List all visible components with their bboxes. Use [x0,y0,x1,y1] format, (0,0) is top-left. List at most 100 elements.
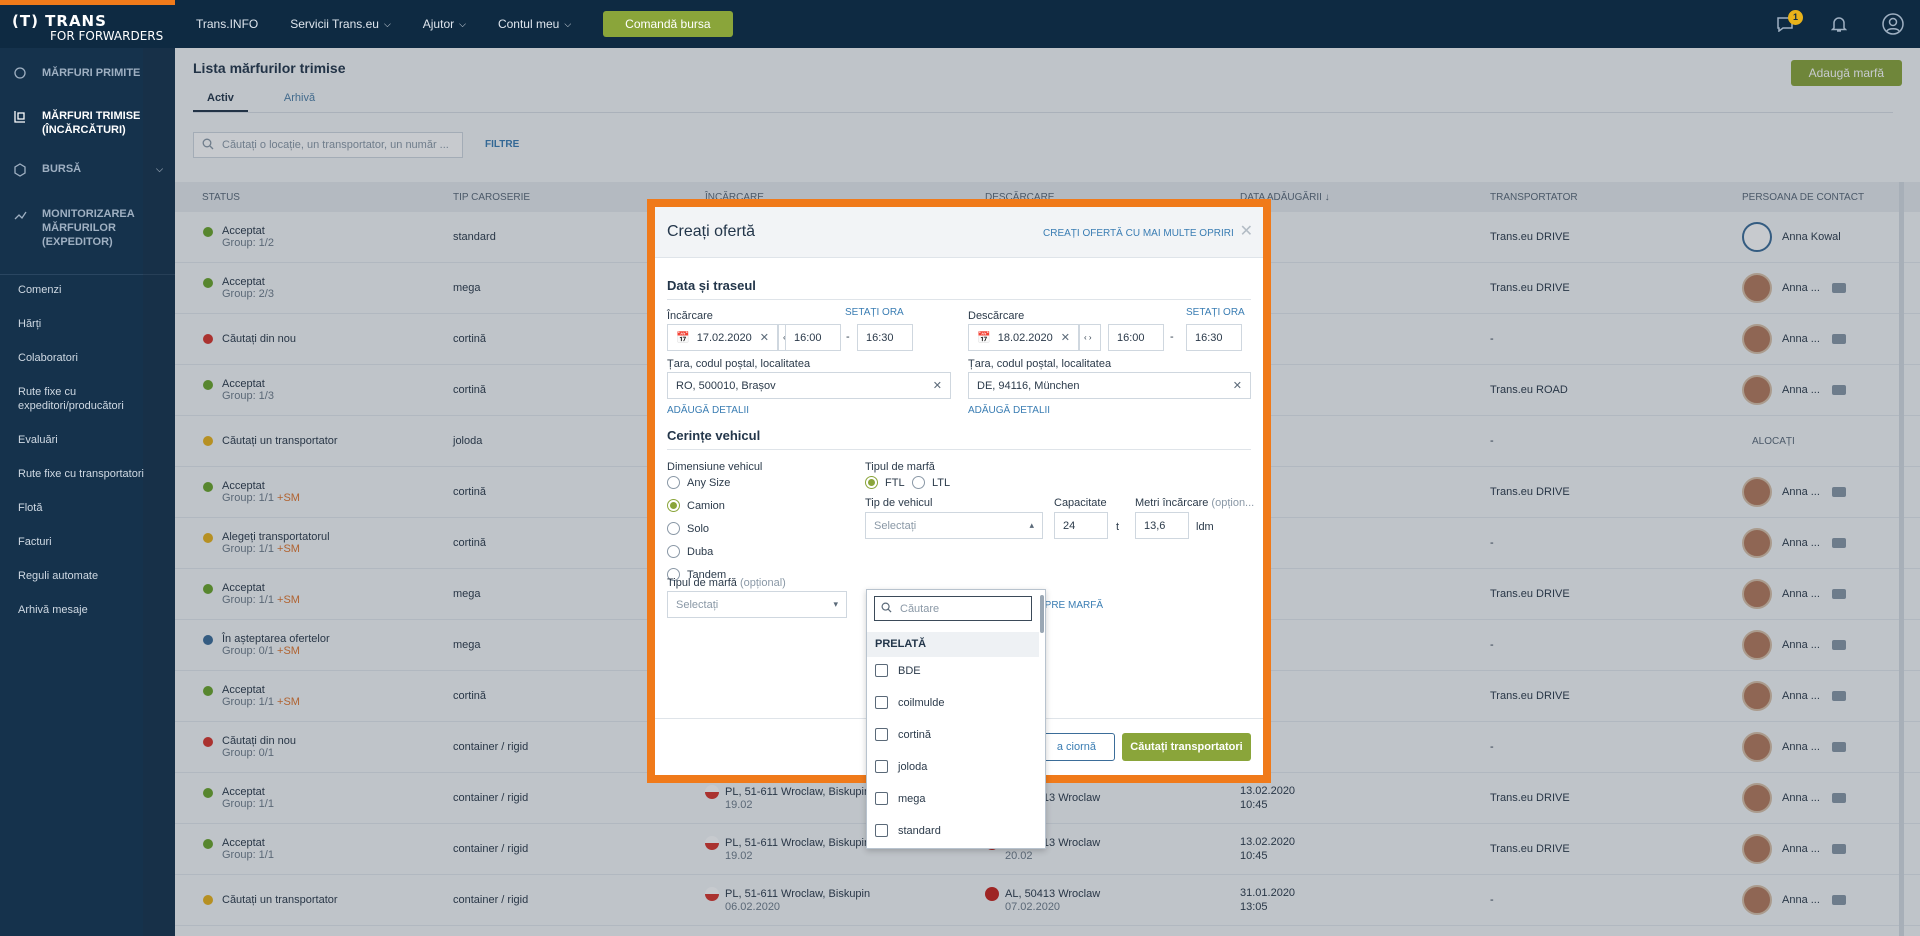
ldm-value: 13,6 [1144,519,1166,532]
arrows-icon: ‹ › [1084,333,1092,342]
top-bar: (T) TRANS FOR FORWARDERS Trans.INFO Serv… [0,0,1920,48]
nav-label: Ajutor [422,17,455,31]
section-vehicle-title: Cerințe vehicul [667,428,761,443]
unloading-time-from[interactable]: 16:00 [1108,324,1164,351]
goods-type-label-optional: (opțional) [739,577,786,589]
radio-duba[interactable]: Duba [667,545,713,558]
radio-ltl[interactable]: LTL [912,476,950,489]
goods-type-label-text: Tipul de marfă [667,577,737,589]
dropdown-option[interactable]: cortină [875,728,931,741]
clear-icon[interactable]: ✕ [1061,331,1070,344]
checkbox[interactable] [875,760,888,773]
clear-icon[interactable]: ✕ [933,379,942,392]
checkbox[interactable] [875,696,888,709]
chevron-up-icon: ▴ [1029,520,1034,530]
modal-header: Creați ofertă CREAȚI OFERTĂ CU MAI MULTE… [655,207,1263,258]
sidebar-item-label: MĂRFURI PRIMITE [42,67,141,79]
radio-circle [912,476,925,489]
goods-type-placeholder: Selectați [676,598,719,611]
nav-trans-info[interactable]: Trans.INFO [196,17,258,31]
radio-any-size[interactable]: Any Size [667,476,730,489]
goods-type-select[interactable]: Selectați ▾ [667,591,847,618]
dropdown-option[interactable]: coilmulde [875,696,944,709]
option-label: cortină [898,728,932,741]
goods-details-link[interactable]: SPRE MARFĂ [1038,600,1103,611]
loading-date-input[interactable]: 📅 17.02.2020 ✕ [667,324,778,351]
checkbox[interactable] [875,824,888,837]
divider [667,299,1251,300]
close-icon[interactable]: ✕ [1240,221,1253,241]
dropdown-option[interactable]: standard [875,824,941,837]
loading-add-details-link[interactable]: ADĂUGĂ DETALII [667,405,749,416]
loading-time-from[interactable]: 16:00 [785,324,841,351]
nav-servicii[interactable]: Servicii Trans.eu ⌵ [290,17,391,31]
clear-icon[interactable]: ✕ [1233,379,1242,392]
loading-place-input[interactable]: RO, 500010, Brașov ✕ [667,372,951,399]
sidebar-item-label: BURSĂ [42,163,82,175]
unloading-date: 18.02.2020 [997,331,1053,344]
unloading-place-input[interactable]: DE, 94116, München ✕ [968,372,1251,399]
radio-ftl[interactable]: FTL [865,476,905,489]
dropdown-search-input[interactable]: Căutare [874,596,1032,621]
clear-icon[interactable]: ✕ [760,331,769,344]
logo-main: (T) TRANS [12,12,107,30]
radio-solo[interactable]: Solo [667,522,709,535]
radio-circle [667,499,680,512]
radio-label: Any Size [687,476,731,489]
loading-time-to[interactable]: 16:30 [857,324,913,351]
unloading-time-to[interactable]: 16:30 [1186,324,1242,351]
ldm-unit: ldm [1196,521,1214,533]
vehicle-type-label: Tip de vehicul [865,497,933,509]
unloading-label: Descărcare [968,310,1025,322]
vehicle-size-label: Dimensiune vehicul [667,461,763,473]
unloading-set-time-link[interactable]: SETAȚI ORA [1186,307,1245,318]
capacity-label: Capacitate [1054,497,1107,509]
modal-title: Creați ofertă [667,223,756,240]
capacity-value: 24 [1063,519,1076,532]
order-exchange-button[interactable]: Comandă bursa [603,11,733,37]
checkbox[interactable] [875,792,888,805]
ldm-input[interactable]: 13,6 [1135,512,1189,539]
user-icon[interactable] [1866,0,1920,48]
ldm-label-optional: (opțion... [1211,497,1255,509]
unloading-place: DE, 94116, München [977,379,1080,392]
capacity-unit: t [1116,521,1120,533]
dolly-icon [12,109,30,129]
time-value: 16:30 [866,331,894,344]
radio-camion[interactable]: Camion [667,499,725,512]
notification-badge: 1 [1788,10,1803,25]
search-carriers-button[interactable]: Căutați transportatori [1122,733,1251,761]
vehicle-type-select[interactable]: Selectați ▴ [865,512,1043,539]
vehicle-type-dropdown: Căutare PRELATĂ BDE coilmulde cortină jo… [866,589,1046,849]
checkbox[interactable] [875,664,888,677]
multi-stop-offer-link[interactable]: CREAȚI OFERTĂ CU MAI MULTE OPRIRI [1043,228,1234,239]
dropdown-option[interactable]: mega [875,792,926,805]
ldm-label-text: Metri încărcare [1135,497,1209,509]
bell-icon[interactable] [1812,0,1866,48]
nav-contul-meu[interactable]: Contul meu ⌵ [498,17,571,31]
section-route-title: Data și traseul [667,278,756,293]
chevron-down-icon: ▾ [833,599,838,609]
unloading-add-details-link[interactable]: ADĂUGĂ DETALII [968,405,1050,416]
nav-label: Trans.INFO [196,17,259,31]
dropdown-option[interactable]: joloda [875,760,927,773]
checkbox[interactable] [875,728,888,741]
loading-place-label: Țara, codul poștal, localitatea [667,358,811,370]
dropdown-option[interactable]: BDE [875,664,921,677]
capacity-input[interactable]: 24 [1054,512,1108,539]
unloading-date-arrows[interactable]: ‹ › [1079,324,1101,351]
messages-icon[interactable]: 1 [1758,0,1812,48]
unloading-place-label: Țara, codul poștal, localitatea [968,358,1112,370]
chevron-down-icon: ⌵ [459,18,466,29]
nav-ajutor[interactable]: Ajutor ⌵ [423,17,466,31]
search-icon [881,602,892,616]
dropdown-scrollbar[interactable] [1040,595,1044,633]
unloading-date-input[interactable]: 📅 18.02.2020 ✕ [968,324,1079,351]
radio-label: LTL [932,476,951,489]
dash: - [1170,331,1174,343]
radio-label: FTL [885,476,905,489]
divider [667,449,1251,450]
loading-set-time-link[interactable]: SETAȚI ORA [845,307,904,318]
top-icons: 1 [1758,0,1920,48]
logo[interactable]: (T) TRANS FOR FORWARDERS [12,14,163,44]
